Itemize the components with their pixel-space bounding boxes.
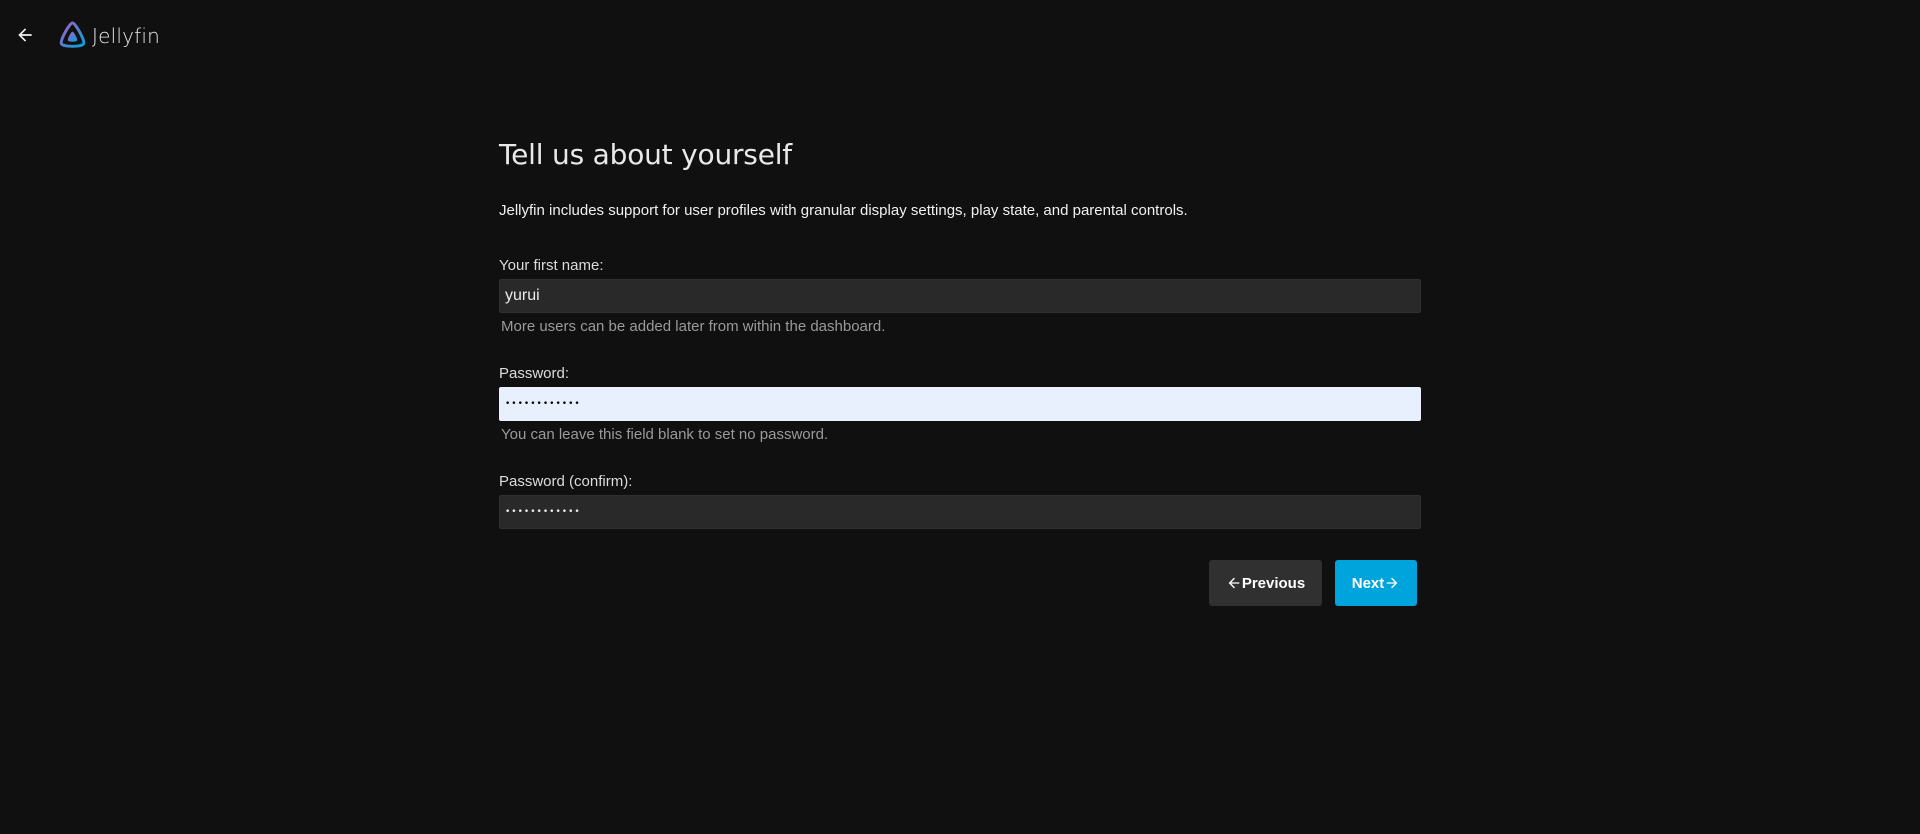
previous-button[interactable]: Previous — [1209, 560, 1322, 606]
setup-wizard-user: Tell us about yourself Jellyfin includes… — [499, 130, 1421, 529]
password-hint: You can leave this field blank to set no… — [501, 426, 829, 443]
intro-text: Jellyfin includes support for user profi… — [499, 202, 1188, 219]
password-field: Password: You can leave this field blank… — [499, 365, 1421, 444]
password-input[interactable] — [499, 387, 1421, 421]
first-name-hint: More users can be added later from withi… — [501, 318, 886, 335]
jellyfin-logo-icon — [59, 21, 86, 48]
previous-button-label: Previous — [1241, 574, 1306, 592]
first-name-field: Your first name: More users can be added… — [499, 257, 1421, 336]
password-confirm-input[interactable] — [499, 495, 1421, 529]
next-button[interactable]: Next — [1335, 560, 1417, 606]
back-button[interactable] — [10, 20, 40, 50]
page-title: Tell us about yourself — [499, 138, 792, 171]
password-label: Password: — [499, 365, 570, 382]
app-name: Jellyfin — [92, 23, 161, 48]
header: Jellyfin — [0, 0, 1920, 70]
next-button-label: Next — [1351, 574, 1385, 592]
password-confirm-label: Password (confirm): — [499, 473, 633, 490]
first-name-input[interactable] — [499, 279, 1421, 313]
jellyfin-logo[interactable]: Jellyfin — [57, 20, 160, 51]
arrow-left-icon — [18, 28, 32, 42]
arrow-right-icon — [1386, 577, 1398, 589]
password-confirm-field: Password (confirm): — [499, 473, 1421, 529]
first-name-label: Your first name: — [499, 257, 604, 274]
arrow-left-icon — [1228, 577, 1240, 589]
